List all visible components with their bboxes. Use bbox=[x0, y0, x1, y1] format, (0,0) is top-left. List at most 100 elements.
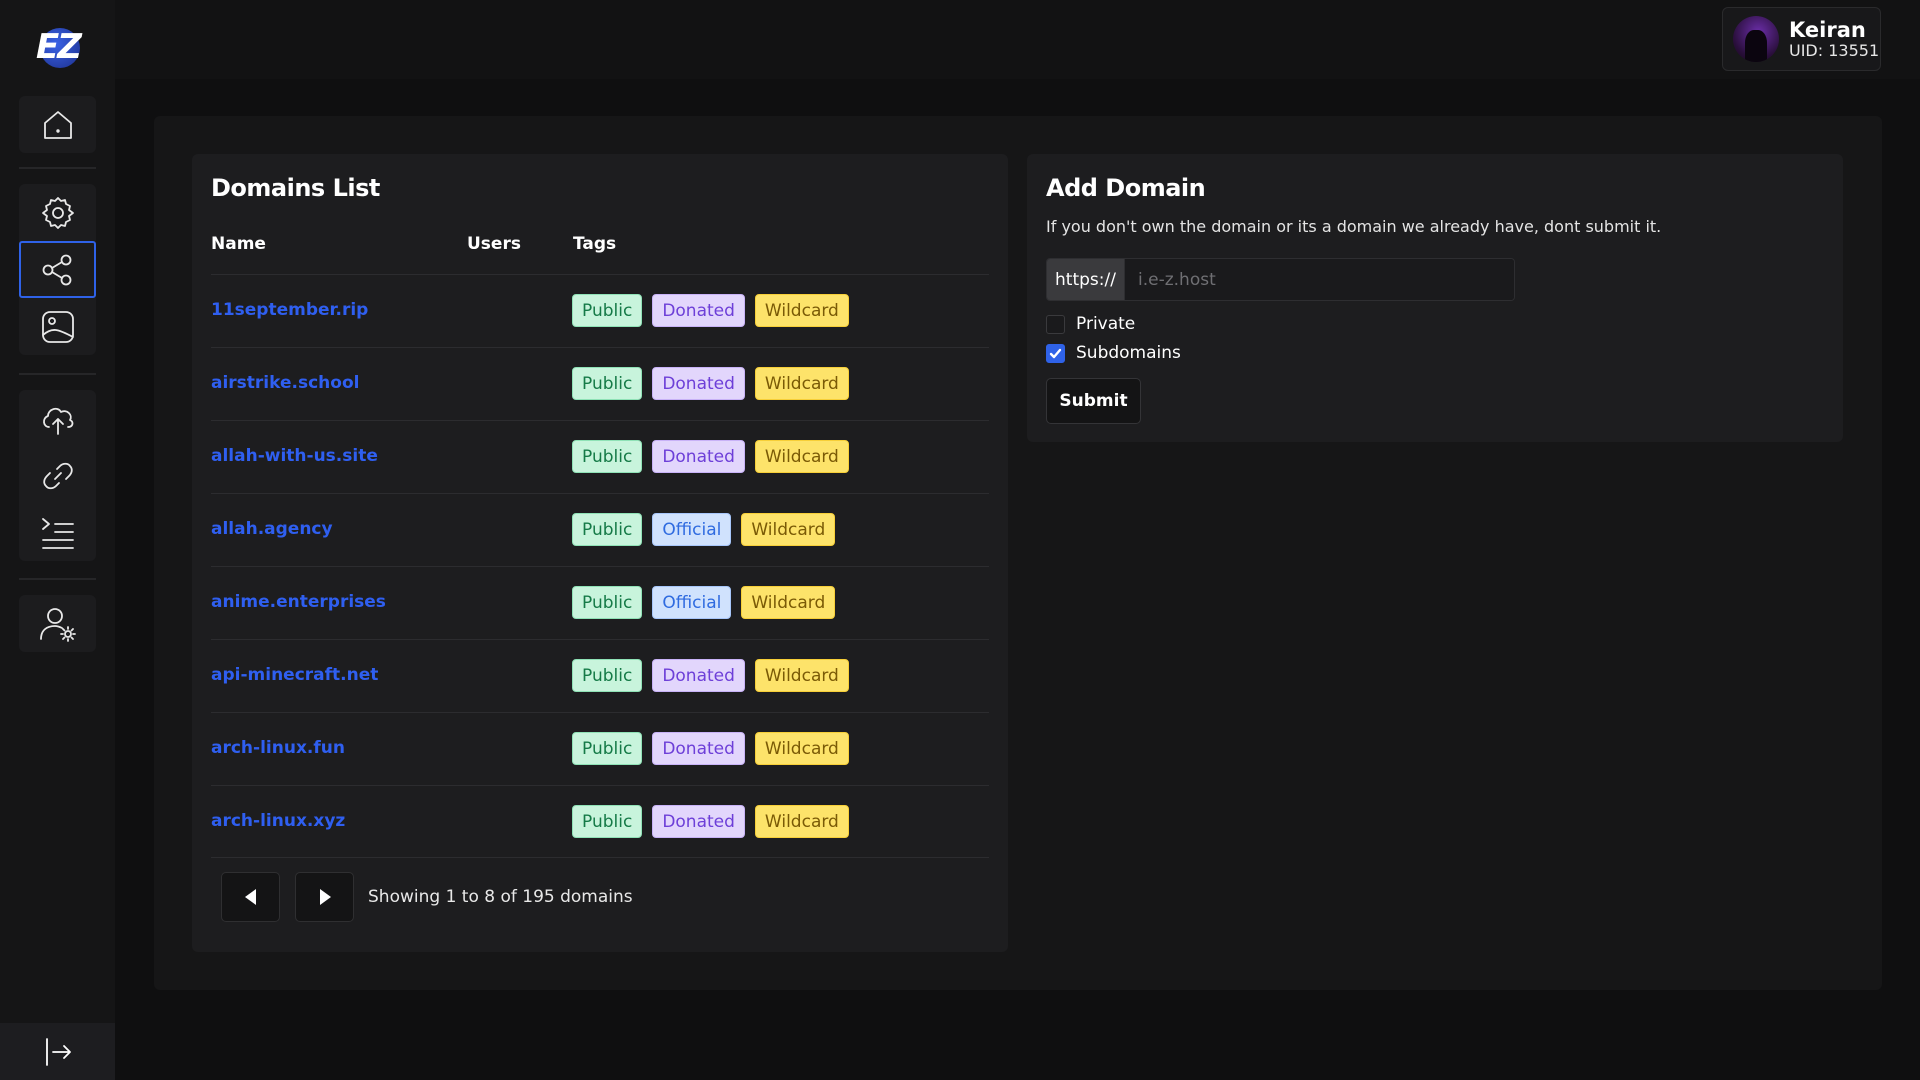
domain-tags: Public Donated Wildcard bbox=[572, 367, 849, 400]
column-header-tags: Tags bbox=[573, 234, 617, 254]
private-label: Private bbox=[1076, 314, 1136, 334]
avatar bbox=[1733, 16, 1779, 62]
user-gear-icon bbox=[39, 607, 76, 642]
link-icon bbox=[42, 462, 73, 489]
sidebar-item-gallery[interactable] bbox=[19, 298, 96, 355]
table-row: arch-linux.xyz Public Donated Wildcard bbox=[211, 785, 989, 858]
image-icon bbox=[41, 310, 74, 343]
user-uid: UID: 13551 bbox=[1789, 41, 1880, 60]
table-row: allah-with-us.site Public Donated Wildcard bbox=[211, 420, 989, 493]
sidebar: EZ bbox=[0, 0, 115, 1080]
table-row: arch-linux.fun Public Donated Wildcard bbox=[211, 712, 989, 785]
nav-group-account bbox=[19, 595, 96, 652]
table-row: allah.agency Public Official Wildcard bbox=[211, 493, 989, 566]
add-domain-title: Add Domain bbox=[1046, 174, 1206, 202]
domain-tags: Public Donated Wildcard bbox=[572, 294, 849, 327]
logo-text: EZ bbox=[36, 27, 82, 67]
nav-group-home bbox=[19, 96, 96, 153]
tag-badge-donated: Donated bbox=[652, 659, 745, 692]
private-checkbox[interactable] bbox=[1046, 314, 1065, 334]
tag-badge-donated: Donated bbox=[652, 367, 745, 400]
tag-badge-wildcard: Wildcard bbox=[754, 732, 849, 765]
domain-name-link[interactable]: anime.enterprises bbox=[211, 592, 386, 612]
column-header-name: Name bbox=[211, 234, 266, 254]
tag-badge-wildcard: Wildcard bbox=[741, 513, 836, 546]
domain-tags: Public Donated Wildcard bbox=[572, 805, 849, 838]
sidebar-item-settings[interactable] bbox=[19, 184, 96, 241]
domain-name-link[interactable]: allah-with-us.site bbox=[211, 446, 378, 466]
sidebar-item-pastes[interactable] bbox=[19, 504, 96, 561]
table-row: anime.enterprises Public Official Wildcard bbox=[211, 566, 989, 639]
tag-badge-public: Public bbox=[572, 805, 643, 838]
gear-icon bbox=[41, 196, 74, 229]
tag-badge-wildcard: Wildcard bbox=[741, 586, 836, 619]
private-checkbox-row[interactable]: Private bbox=[1046, 314, 1135, 334]
sidebar-item-home[interactable] bbox=[19, 96, 96, 153]
tag-badge-donated: Donated bbox=[652, 440, 745, 473]
domain-tags: Public Official Wildcard bbox=[572, 586, 836, 619]
domain-name-link[interactable]: allah.agency bbox=[211, 519, 333, 539]
sidebar-item-account[interactable] bbox=[19, 595, 96, 652]
tag-badge-wildcard: Wildcard bbox=[754, 805, 849, 838]
add-domain-card: Add Domain If you don't own the domain o… bbox=[1027, 154, 1843, 442]
nav-group-tools bbox=[19, 390, 96, 561]
top-bar: Keiran UID: 13551 bbox=[115, 0, 1920, 79]
tag-badge-public: Public bbox=[572, 586, 643, 619]
tag-badge-public: Public bbox=[572, 732, 643, 765]
pagination-status: Showing 1 to 8 of 195 domains bbox=[368, 887, 633, 907]
domain-tags: Public Donated Wildcard bbox=[572, 659, 849, 692]
subdomains-checkbox[interactable] bbox=[1046, 343, 1065, 363]
tag-badge-official: Official bbox=[652, 513, 732, 546]
domain-name-link[interactable]: arch-linux.fun bbox=[211, 738, 345, 758]
tag-badge-public: Public bbox=[572, 440, 643, 473]
list-indent-icon bbox=[41, 517, 74, 549]
cloud-upload-icon bbox=[42, 407, 73, 435]
column-header-users: Users bbox=[467, 234, 521, 254]
share-nodes-icon bbox=[42, 254, 71, 285]
table-row: api-minecraft.net Public Donated Wildcard bbox=[211, 639, 989, 712]
domain-tags: Public Donated Wildcard bbox=[572, 440, 849, 473]
user-name: Keiran bbox=[1789, 18, 1866, 42]
tag-badge-wildcard: Wildcard bbox=[754, 367, 849, 400]
triangle-right-icon bbox=[319, 889, 331, 905]
tag-badge-official: Official bbox=[652, 586, 732, 619]
logout-button[interactable] bbox=[0, 1023, 115, 1080]
sidebar-item-upload[interactable] bbox=[19, 390, 96, 447]
next-page-button[interactable] bbox=[295, 872, 354, 922]
add-domain-description: If you don't own the domain or its a dom… bbox=[1046, 217, 1662, 236]
domain-name-link[interactable]: airstrike.school bbox=[211, 373, 359, 393]
domains-list-card: Domains List Name Users Tags 11september… bbox=[192, 154, 1008, 952]
tag-badge-public: Public bbox=[572, 513, 643, 546]
tag-badge-public: Public bbox=[572, 367, 643, 400]
tag-badge-wildcard: Wildcard bbox=[754, 440, 849, 473]
previous-page-button[interactable] bbox=[221, 872, 280, 922]
url-prefix-label: https:// bbox=[1047, 259, 1125, 300]
submit-button[interactable]: Submit bbox=[1046, 378, 1141, 424]
tag-badge-public: Public bbox=[572, 294, 643, 327]
tag-badge-donated: Donated bbox=[652, 805, 745, 838]
app-logo[interactable]: EZ bbox=[28, 22, 88, 72]
triangle-left-icon bbox=[244, 889, 256, 905]
domain-input[interactable] bbox=[1125, 259, 1514, 300]
sidebar-item-domains[interactable] bbox=[19, 241, 96, 298]
home-icon bbox=[43, 110, 72, 139]
tag-badge-wildcard: Wildcard bbox=[754, 294, 849, 327]
domains-list-title: Domains List bbox=[211, 174, 380, 202]
nav-group-main bbox=[19, 184, 96, 355]
check-icon bbox=[1049, 348, 1062, 358]
domain-tags: Public Official Wildcard bbox=[572, 513, 836, 546]
sidebar-item-links[interactable] bbox=[19, 447, 96, 504]
table-row: airstrike.school Public Donated Wildcard bbox=[211, 347, 989, 420]
table-row: 11september.rip Public Donated Wildcard bbox=[211, 274, 989, 347]
logout-icon bbox=[45, 1037, 71, 1066]
domain-name-link[interactable]: 11september.rip bbox=[211, 300, 368, 320]
user-profile-card[interactable]: Keiran UID: 13551 bbox=[1722, 7, 1881, 71]
subdomains-label: Subdomains bbox=[1076, 343, 1181, 363]
subdomains-checkbox-row[interactable]: Subdomains bbox=[1046, 343, 1181, 363]
domain-tags: Public Donated Wildcard bbox=[572, 732, 849, 765]
domain-name-link[interactable]: arch-linux.xyz bbox=[211, 811, 345, 831]
tag-badge-public: Public bbox=[572, 659, 643, 692]
domain-name-link[interactable]: api-minecraft.net bbox=[211, 665, 378, 685]
domain-url-group: https:// bbox=[1046, 258, 1515, 301]
tag-badge-donated: Donated bbox=[652, 294, 745, 327]
